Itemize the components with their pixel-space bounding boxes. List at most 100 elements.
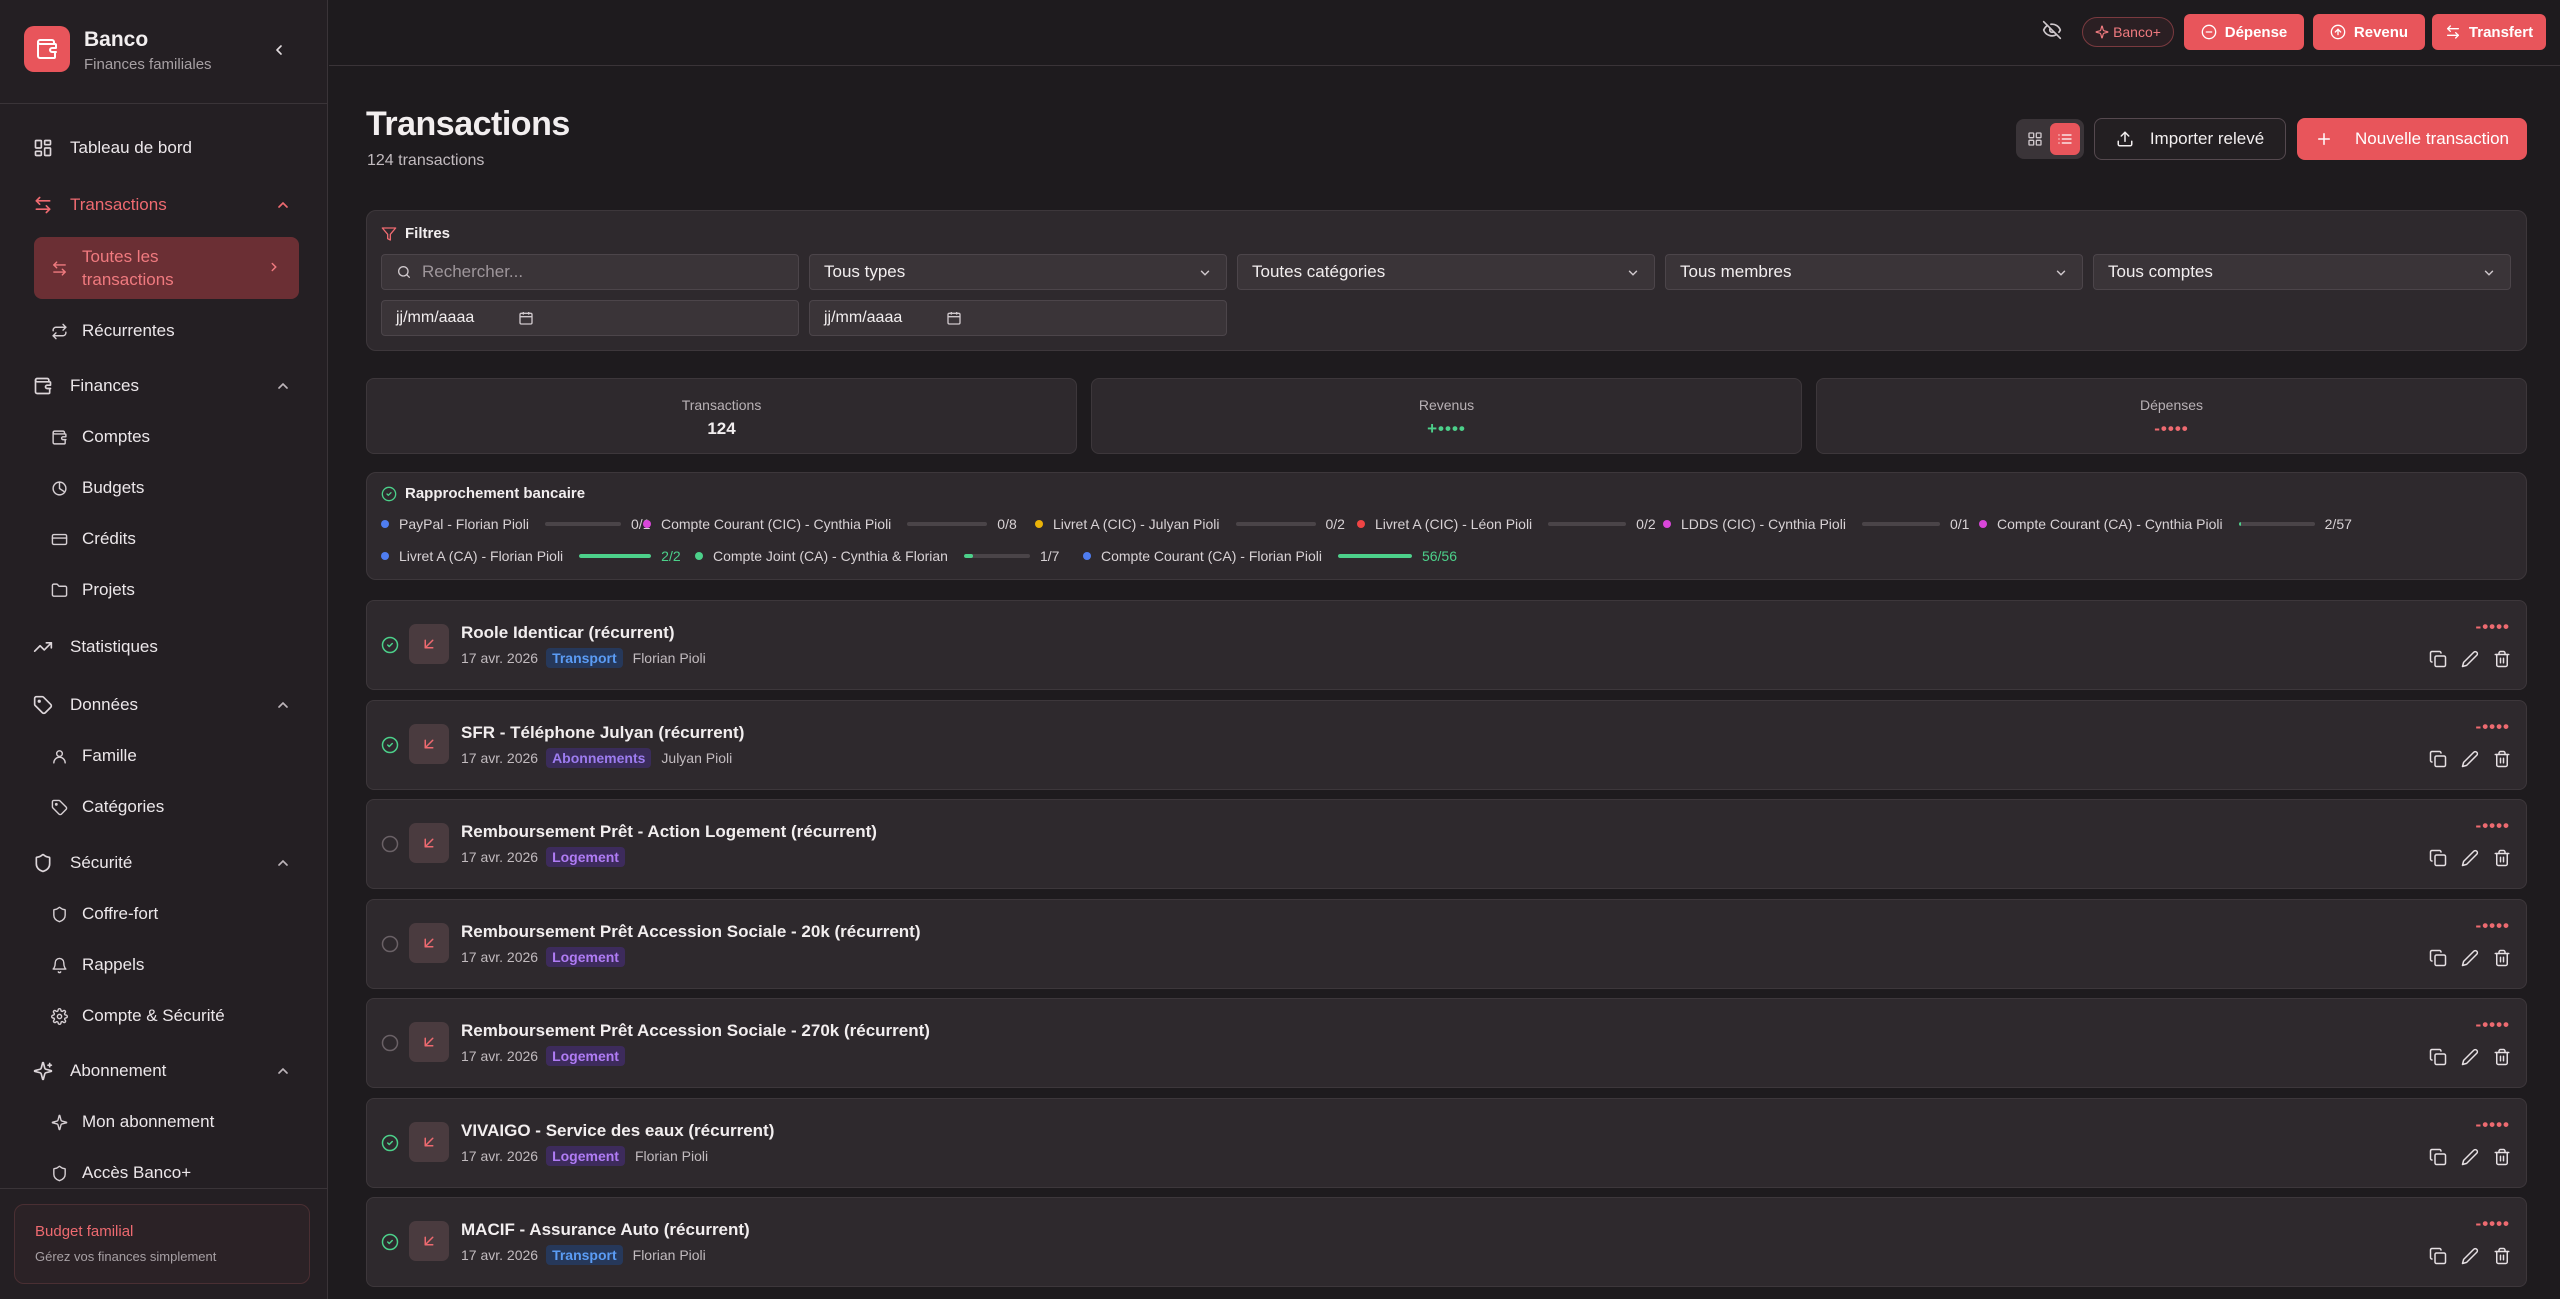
nav-family[interactable]: Famille [34, 736, 299, 776]
nav-security[interactable]: Sécurité [32, 843, 299, 883]
type-select[interactable]: Tous types [809, 254, 1227, 290]
account-color-dot [1035, 520, 1043, 528]
grid-view-button[interactable] [2020, 123, 2050, 155]
nav-vault[interactable]: Coffre-fort [34, 894, 299, 934]
nav-data[interactable]: Données [32, 685, 299, 725]
list-icon [2058, 134, 2072, 144]
arrow-down-left-icon [409, 723, 449, 764]
member-select[interactable]: Tous membres [1665, 254, 2083, 290]
new-transaction-button[interactable]: Nouvelle transaction [2297, 118, 2527, 160]
account-name: PayPal - Florian Pioli [399, 516, 529, 532]
nav-reminders[interactable]: Rappels [34, 945, 299, 985]
trash-icon[interactable] [2492, 1246, 2512, 1266]
transaction-row[interactable]: SFR - Téléphone Julyan (récurrent) 17 avr… [366, 699, 2527, 790]
nav-finances-label: Finances [70, 376, 139, 395]
trash-icon[interactable] [2492, 1047, 2512, 1067]
account-count: 0/2 [1325, 516, 1345, 532]
nav-reminders-label: Rappels [82, 955, 145, 974]
transfer-button[interactable]: Transfert [2432, 14, 2546, 50]
nav-categories[interactable]: Catégories [34, 787, 299, 827]
nav-banco-access[interactable]: Accès Banco+ [34, 1153, 299, 1193]
search-input[interactable]: Rechercher... [381, 254, 799, 290]
sparkles-icon [2095, 25, 2109, 39]
transaction-actions [2428, 1047, 2512, 1067]
transaction-row[interactable]: VIVAIGO - Service des eaux (récurrent) 17… [366, 1097, 2527, 1188]
account-color-dot [643, 520, 651, 528]
pencil-icon[interactable] [2460, 649, 2480, 669]
pencil-icon[interactable] [2460, 1047, 2480, 1067]
check-circle-icon [381, 1233, 399, 1251]
user-icon [50, 747, 68, 765]
nav-account-security[interactable]: Compte & Sécurité [34, 996, 299, 1036]
view-toggle [2016, 119, 2084, 159]
nav-my-subscription[interactable]: Mon abonnement [34, 1102, 299, 1142]
copy-icon[interactable] [2428, 649, 2448, 669]
collapse-sidebar-button[interactable] [262, 36, 296, 64]
copy-icon[interactable] [2428, 1147, 2448, 1167]
nav-accounts[interactable]: Comptes [34, 417, 299, 457]
nav-transactions[interactable]: Transactions [32, 185, 299, 225]
account-select[interactable]: Tous comptes [2093, 254, 2511, 290]
transaction-row[interactable]: Remboursement Prêt Accession Sociale - 2… [366, 898, 2527, 989]
nav-subscription[interactable]: Abonnement [32, 1051, 299, 1091]
transfer-label: Transfert [2468, 23, 2534, 41]
expense-button[interactable]: Dépense [2184, 14, 2304, 50]
pencil-icon[interactable] [2460, 749, 2480, 769]
stat-income: Revenus +•••• [1091, 378, 1802, 454]
copy-icon[interactable] [2428, 848, 2448, 868]
transaction-row[interactable]: MACIF - Assurance Auto (récurrent) 17 avr… [366, 1197, 2527, 1287]
list-view-button[interactable] [2050, 123, 2080, 155]
wallet-icon [50, 428, 68, 446]
trash-icon[interactable] [2492, 649, 2512, 669]
import-statement-button[interactable]: Importer relevé [2094, 118, 2286, 160]
category-select[interactable]: Toutes catégories [1237, 254, 1655, 290]
trending-up-icon [32, 636, 54, 658]
trash-icon[interactable] [2492, 848, 2512, 868]
banco-plus-button[interactable]: Banco+ [2082, 17, 2174, 47]
copy-icon[interactable] [2428, 1047, 2448, 1067]
brand-name: Banco [84, 28, 149, 51]
trash-icon[interactable] [2492, 1147, 2512, 1167]
nav-recurring[interactable]: Récurrentes [34, 311, 299, 351]
transaction-date: 17 avr. 2026 [461, 1247, 539, 1263]
transaction-row[interactable]: Remboursement Prêt Accession Sociale - 2… [366, 998, 2527, 1088]
account-select-value: Tous comptes [2108, 262, 2213, 281]
nav-all-transactions[interactable]: Toutes les transactions [34, 237, 299, 299]
transaction-row[interactable]: Remboursement Prêt - Action Logement (ré… [366, 799, 2527, 889]
pencil-icon[interactable] [2460, 1246, 2480, 1266]
nav-credits[interactable]: Crédits [34, 519, 299, 559]
account-color-dot [381, 520, 389, 528]
date-to-input[interactable]: jj/mm/aaaa [809, 300, 1227, 336]
copy-icon[interactable] [2428, 948, 2448, 968]
nav-projects[interactable]: Projets [34, 570, 299, 610]
income-button[interactable]: Revenu [2313, 14, 2425, 50]
chevron-up-icon [278, 1067, 288, 1074]
eye-off-icon[interactable] [2042, 20, 2064, 42]
pencil-icon[interactable] [2460, 848, 2480, 868]
reconciliation-account: Livret A (CIC) - Julyan Pioli 0/2 [1035, 515, 1345, 533]
nav-stats[interactable]: Statistiques [32, 627, 299, 667]
date-from-input[interactable]: jj/mm/aaaa [381, 300, 799, 336]
check-circle-icon [381, 736, 399, 753]
brand-subtitle: Finances familiales [84, 56, 212, 73]
wallet-icon [32, 375, 54, 397]
nav-budgets[interactable]: Budgets [34, 468, 299, 508]
progress-bar [963, 554, 1030, 558]
nav-dashboard[interactable]: Tableau de bord [32, 128, 299, 168]
trash-icon[interactable] [2492, 749, 2512, 769]
pencil-icon[interactable] [2460, 1147, 2480, 1167]
repeat-icon [50, 322, 68, 340]
transaction-amount: -•••• [2475, 617, 2510, 636]
copy-icon[interactable] [2428, 1246, 2448, 1266]
copy-icon[interactable] [2428, 749, 2448, 769]
trash-icon[interactable] [2492, 948, 2512, 968]
account-color-dot [695, 552, 703, 560]
account-name: LDDS (CIC) - Cynthia Pioli [1681, 516, 1846, 532]
transaction-name: VIVAIGO - Service des eaux (récurrent) [461, 1120, 775, 1140]
pencil-icon[interactable] [2460, 948, 2480, 968]
nav-finances[interactable]: Finances [32, 366, 299, 406]
nav-data-label: Données [70, 695, 139, 714]
arrow-down-left-icon [409, 1121, 449, 1162]
transaction-row[interactable]: Roole Identicar (récurrent) 17 avr. 2026 T… [366, 600, 2527, 690]
progress-fill [963, 554, 974, 558]
